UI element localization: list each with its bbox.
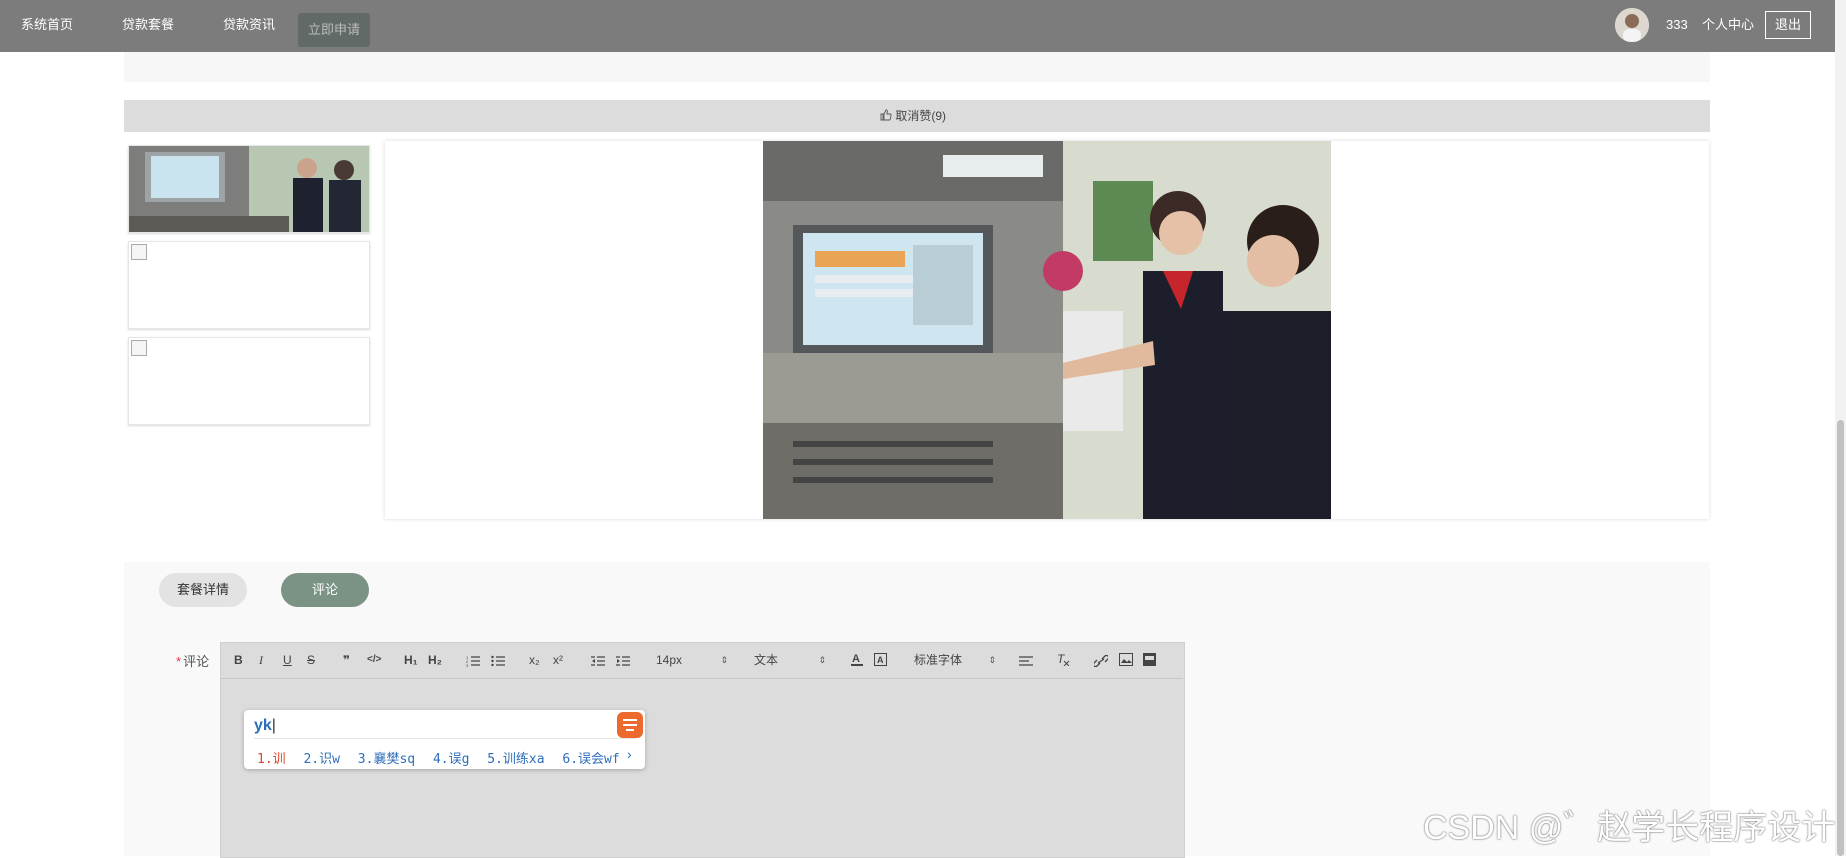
outdent-icon[interactable] bbox=[591, 654, 605, 672]
video-icon[interactable] bbox=[1143, 653, 1156, 671]
heading1-button[interactable]: H₁ bbox=[404, 652, 418, 668]
scrollbar-thumb[interactable] bbox=[1837, 420, 1844, 856]
content-strip bbox=[124, 52, 1710, 82]
superscript-button[interactable]: x² bbox=[553, 652, 563, 668]
like-label: 取消赞(9) bbox=[895, 109, 947, 123]
thumbs-up-icon bbox=[880, 109, 895, 123]
tab-comments[interactable]: 评论 bbox=[281, 573, 369, 607]
block-format-select[interactable]: 文本 ⇕ bbox=[754, 652, 826, 668]
bullet-list-icon[interactable] bbox=[491, 654, 505, 672]
blockquote-button[interactable]: ❞ bbox=[343, 652, 350, 668]
ime-candidate[interactable]: 4.误g bbox=[433, 752, 469, 767]
heading2-button[interactable]: H₂ bbox=[428, 652, 442, 668]
thumbnail-2[interactable] bbox=[128, 241, 370, 329]
ime-logo-icon[interactable] bbox=[617, 712, 643, 738]
select-caret-icon: ⇕ bbox=[818, 655, 826, 665]
font-color-icon[interactable]: A bbox=[851, 652, 863, 671]
svg-text:A: A bbox=[852, 653, 860, 665]
main-photo bbox=[763, 141, 1331, 519]
user-avatar-icon bbox=[1615, 8, 1649, 42]
nav-home[interactable]: 系统首页 bbox=[21, 15, 73, 35]
align-icon[interactable] bbox=[1019, 654, 1033, 672]
logout-button[interactable]: 退出 bbox=[1765, 11, 1811, 39]
ime-candidate[interactable]: 1.训 bbox=[257, 752, 286, 767]
ime-candidate[interactable]: 3.襄樊sq bbox=[358, 752, 415, 767]
code-block-button[interactable]: </> bbox=[367, 652, 381, 668]
select-caret-icon: ⇕ bbox=[720, 655, 728, 665]
ime-candidate[interactable]: 5.训练xa bbox=[487, 752, 544, 767]
font-family-select[interactable]: 标准字体 ⇕ bbox=[914, 652, 996, 668]
tab-package-details[interactable]: 套餐详情 bbox=[159, 573, 247, 607]
ime-candidates: 1.训 2.识w 3.襄樊sq 4.误g 5.训练xa 6.误会wf bbox=[257, 748, 630, 767]
font-size-value: 14px bbox=[656, 653, 683, 667]
svg-text:T: T bbox=[1057, 652, 1066, 666]
subscript-button[interactable]: x₂ bbox=[529, 652, 540, 668]
watermark: CSDN @゛赵学长程序设计 bbox=[1423, 809, 1836, 847]
background-color-icon[interactable]: A bbox=[874, 653, 887, 671]
broken-image-icon bbox=[131, 244, 147, 260]
svg-text:A: A bbox=[877, 655, 884, 665]
ime-candidate[interactable]: 6.误会wf bbox=[562, 752, 619, 767]
thumbnail-1[interactable] bbox=[128, 145, 370, 233]
atm-photo-image bbox=[763, 141, 1331, 519]
clear-format-icon[interactable]: T bbox=[1056, 652, 1070, 671]
select-caret-icon: ⇕ bbox=[988, 655, 996, 665]
image-icon[interactable] bbox=[1119, 653, 1133, 671]
unlike-button[interactable]: 取消赞(9) bbox=[880, 107, 946, 125]
thumbnail-3[interactable] bbox=[128, 337, 370, 425]
ime-next-page-icon[interactable]: › bbox=[627, 746, 632, 762]
svg-text:3: 3 bbox=[466, 663, 469, 667]
ime-composition: yk| bbox=[254, 717, 276, 734]
atm-thumbnail-image bbox=[129, 146, 369, 232]
font-family-value: 标准字体 bbox=[914, 653, 963, 667]
broken-image-icon bbox=[131, 340, 147, 356]
profile-link[interactable]: 个人中心 bbox=[1702, 15, 1754, 35]
strike-button[interactable]: S bbox=[307, 652, 315, 668]
indent-icon[interactable] bbox=[616, 654, 630, 672]
font-size-select[interactable]: 14px ⇕ bbox=[656, 652, 728, 668]
apply-now-button[interactable]: 立即申请 bbox=[298, 13, 371, 47]
comment-label-text: 评论 bbox=[183, 654, 210, 669]
ime-divider bbox=[254, 738, 636, 739]
italic-button[interactable]: I bbox=[259, 652, 263, 668]
link-icon[interactable] bbox=[1092, 654, 1110, 672]
block-format-value: 文本 bbox=[754, 653, 779, 667]
underline-button[interactable]: U bbox=[283, 652, 292, 668]
bold-button[interactable]: B bbox=[234, 652, 243, 668]
nav-loan-packages[interactable]: 贷款套餐 bbox=[122, 15, 174, 35]
avatar[interactable] bbox=[1615, 8, 1649, 42]
username: 333 bbox=[1666, 17, 1688, 32]
required-mark: * bbox=[176, 654, 182, 669]
nav-loan-news[interactable]: 贷款资讯 bbox=[223, 15, 275, 35]
ime-composition-text: yk bbox=[254, 717, 272, 734]
ime-candidate[interactable]: 2.识w bbox=[303, 752, 339, 767]
top-nav bbox=[0, 0, 1846, 52]
ordered-list-icon[interactable]: 123 bbox=[466, 654, 480, 672]
comment-field-label: * 评论 bbox=[176, 651, 209, 670]
